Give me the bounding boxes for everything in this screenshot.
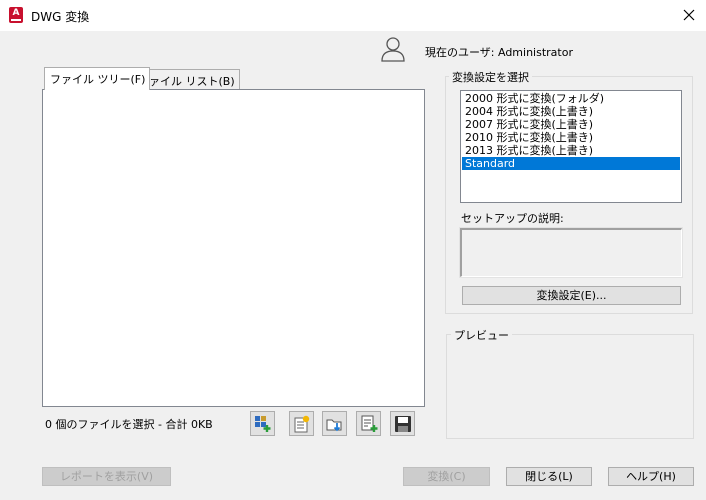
add-list-icon [294, 415, 310, 433]
autocad-app-icon: A [9, 7, 23, 23]
tab-file-tree-label: ファイル ツリー(F) [50, 73, 146, 86]
selection-status: 0 個のファイルを選択 - 合計 0KB [45, 418, 213, 431]
append-list-button[interactable] [356, 411, 381, 436]
show-report-button[interactable]: レポートを表示(V) [42, 467, 171, 486]
add-files-button[interactable] [250, 411, 275, 436]
conversion-settings-button[interactable]: 変換設定(E)... [462, 286, 681, 305]
add-list-button[interactable] [289, 411, 314, 436]
show-report-label: レポートを表示(V) [59, 470, 154, 483]
close-label: 閉じる(L) [525, 470, 573, 483]
save-list-button[interactable] [390, 411, 415, 436]
save-icon [395, 416, 411, 432]
tab-file-list-label: ファイル リスト(B) [138, 75, 235, 88]
conversion-settings-button-label: 変換設定(E)... [536, 289, 607, 302]
help-button[interactable]: ヘルプ(H) [608, 467, 694, 486]
convert-label: 変換(C) [427, 470, 466, 483]
app-icon-letter: A [12, 8, 20, 18]
current-user-label: 現在のユーザ: Administrator [425, 46, 573, 59]
list-item[interactable]: 2000 形式に変換(フォルダ) [462, 92, 680, 105]
convert-button[interactable]: 変換(C) [403, 467, 490, 486]
setup-description-box [459, 227, 683, 278]
list-item[interactable]: 2013 形式に変換(上書き) [462, 144, 680, 157]
conversion-settings-list[interactable]: 2000 形式に変換(フォルダ) 2004 形式に変換(上書き) 2007 形式… [460, 90, 682, 203]
add-files-icon [255, 416, 271, 432]
user-icon [381, 37, 405, 62]
list-item[interactable]: 2004 形式に変換(上書き) [462, 105, 680, 118]
title-bar: A DWG 変換 [0, 0, 706, 31]
append-list-icon [361, 415, 378, 432]
preview-title: プレビュー [451, 327, 512, 343]
conversion-settings-title: 変換設定を選択 [449, 69, 532, 85]
file-tree-pane[interactable] [42, 89, 425, 407]
list-item[interactable]: 2007 形式に変換(上書き) [462, 118, 680, 131]
list-item[interactable]: 2010 形式に変換(上書き) [462, 131, 680, 144]
close-icon[interactable] [678, 4, 700, 26]
close-button[interactable]: 閉じる(L) [506, 467, 592, 486]
setup-description-label: セットアップの説明: [461, 212, 564, 225]
tab-file-tree[interactable]: ファイル ツリー(F) [44, 67, 151, 90]
open-folder-button[interactable] [322, 411, 347, 436]
open-folder-icon [326, 419, 342, 432]
window-title: DWG 変換 [31, 10, 90, 24]
help-label: ヘルプ(H) [626, 470, 676, 483]
preview-group [446, 334, 694, 439]
list-item-selected[interactable]: Standard [462, 157, 680, 170]
